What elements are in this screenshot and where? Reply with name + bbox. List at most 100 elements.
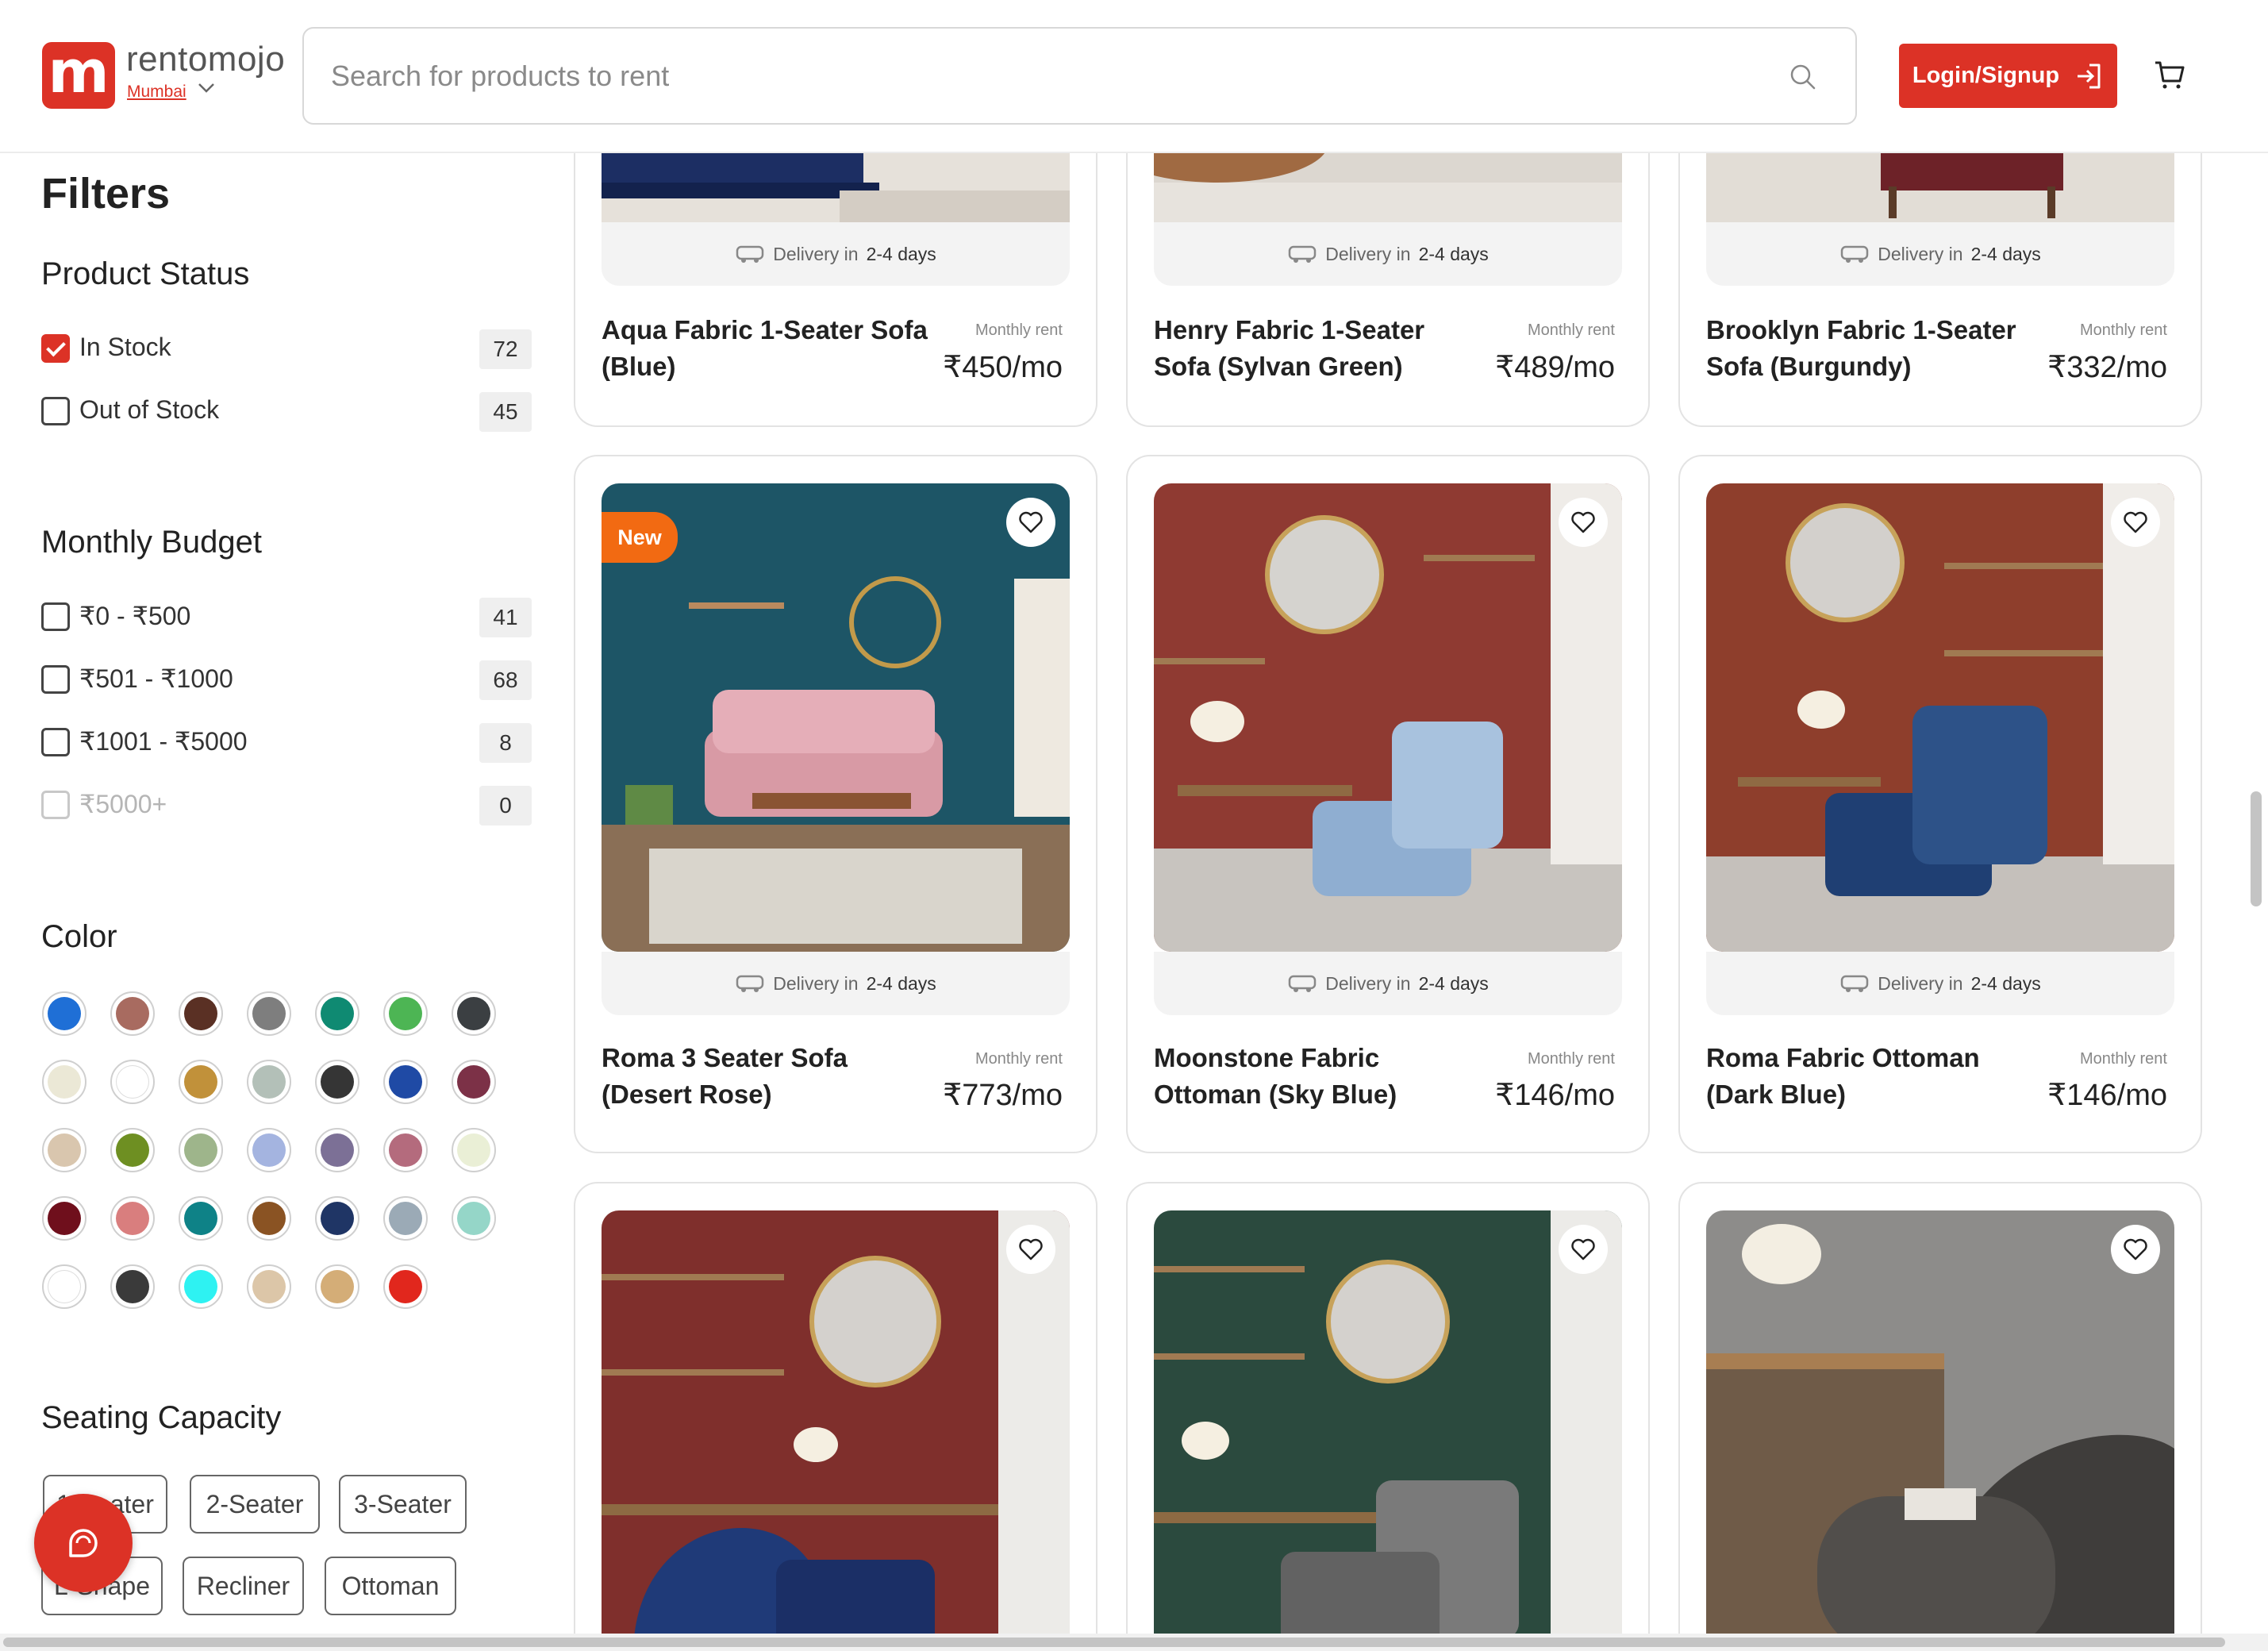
brand-name[interactable]: rentomojo: [126, 40, 285, 79]
wishlist-button[interactable]: [1559, 498, 1608, 547]
product-image[interactable]: [602, 1210, 1070, 1651]
color-swatch[interactable]: [452, 1128, 496, 1172]
color-swatch[interactable]: [110, 991, 155, 1036]
color-swatch[interactable]: [383, 991, 428, 1036]
chip-2-seater[interactable]: 2-Seater: [190, 1475, 320, 1534]
color-swatch[interactable]: [452, 1196, 496, 1241]
brand-logo[interactable]: m: [42, 42, 115, 109]
vertical-scrollbar[interactable]: [2251, 791, 2262, 906]
monthly-rent-label: Monthly rent: [2079, 321, 2167, 339]
product-name[interactable]: Brooklyn Fabric 1-Seater Sofa (Burgundy): [1706, 312, 2039, 385]
delivery-days: 2-4 days: [1418, 972, 1489, 994]
filter-budget-0-500[interactable]: ₹0 - ₹500 41: [41, 598, 532, 637]
product-name[interactable]: Moonstone Fabric Ottoman (Sky Blue): [1154, 1040, 1487, 1113]
color-swatch[interactable]: [110, 1060, 155, 1104]
product-name[interactable]: Aqua Fabric 1-Seater Sofa (Blue): [602, 312, 935, 385]
color-swatch[interactable]: [247, 991, 291, 1036]
search-icon[interactable]: [1789, 63, 1817, 91]
color-swatch[interactable]: [315, 1128, 359, 1172]
color-swatch[interactable]: [42, 1128, 86, 1172]
product-image[interactable]: [1154, 1210, 1622, 1651]
product-card[interactable]: Delivery in 2-4 days Moonstone Fabric Ott…: [1126, 455, 1650, 1153]
product-card[interactable]: Delivery in 2-4 days Roma Fabric Ottoman …: [1678, 455, 2202, 1153]
color-swatch[interactable]: [179, 991, 223, 1036]
product-image[interactable]: New: [602, 483, 1070, 952]
color-swatch[interactable]: [383, 1264, 428, 1309]
color-swatch-fill: [184, 1133, 217, 1167]
chip-recliner[interactable]: Recliner: [183, 1557, 304, 1615]
color-swatch[interactable]: [383, 1196, 428, 1241]
horizontal-scrollbar[interactable]: [3, 1638, 2225, 1647]
color-swatch-fill: [457, 997, 490, 1030]
monthly-budget-title: Monthly Budget: [41, 525, 262, 560]
product-card[interactable]: Delivery in 2-4 days Aqua Fabric 1-Seater…: [574, 119, 1097, 427]
checkbox[interactable]: [41, 665, 70, 694]
color-swatch[interactable]: [42, 991, 86, 1036]
color-swatch-fill: [48, 997, 81, 1030]
color-swatch[interactable]: [247, 1060, 291, 1104]
truck-icon: [1840, 245, 1869, 263]
color-swatch[interactable]: [452, 1060, 496, 1104]
color-swatch[interactable]: [179, 1196, 223, 1241]
product-card[interactable]: [574, 1182, 1097, 1651]
wishlist-button[interactable]: [1559, 1225, 1608, 1274]
color-swatch-fill: [321, 1202, 354, 1235]
wishlist-button[interactable]: [1006, 498, 1055, 547]
color-swatch[interactable]: [383, 1128, 428, 1172]
checkbox[interactable]: [41, 334, 70, 363]
chip-3-seater[interactable]: 3-Seater: [339, 1475, 467, 1534]
cart-icon[interactable]: [2153, 59, 2186, 92]
wishlist-button[interactable]: [1006, 1225, 1055, 1274]
color-swatch[interactable]: [315, 1196, 359, 1241]
truck-icon: [736, 975, 764, 992]
product-card[interactable]: [1678, 1182, 2202, 1651]
filter-budget-1001-5000[interactable]: ₹1001 - ₹5000 8: [41, 723, 532, 763]
new-badge: New: [602, 512, 678, 563]
wishlist-button[interactable]: [2111, 1225, 2160, 1274]
color-swatch-fill: [184, 1270, 217, 1303]
filter-out-of-stock[interactable]: Out of Stock 45: [41, 392, 532, 432]
color-swatch[interactable]: [110, 1196, 155, 1241]
color-swatch[interactable]: [452, 991, 496, 1036]
color-swatch[interactable]: [179, 1128, 223, 1172]
search-input[interactable]: [331, 29, 1759, 123]
color-swatch[interactable]: [315, 1060, 359, 1104]
color-swatch[interactable]: [247, 1264, 291, 1309]
color-swatch[interactable]: [247, 1196, 291, 1241]
product-card[interactable]: Delivery in 2-4 days Brooklyn Fabric 1-Se…: [1678, 119, 2202, 427]
color-swatch[interactable]: [110, 1264, 155, 1309]
wishlist-button[interactable]: [2111, 498, 2160, 547]
product-image[interactable]: [1154, 483, 1622, 952]
product-image[interactable]: [1706, 483, 2174, 952]
color-swatch[interactable]: [315, 1264, 359, 1309]
delivery-prefix: Delivery in: [1878, 972, 1963, 994]
city-selector[interactable]: Mumbai: [127, 83, 186, 102]
chevron-down-icon[interactable]: [196, 79, 217, 95]
product-image[interactable]: [1706, 1210, 2174, 1651]
color-swatch[interactable]: [179, 1264, 223, 1309]
seating-capacity-title: Seating Capacity: [41, 1400, 282, 1435]
delivery-days: 2-4 days: [866, 972, 936, 994]
color-swatch[interactable]: [42, 1060, 86, 1104]
checkbox[interactable]: [41, 728, 70, 756]
product-card[interactable]: [1126, 1182, 1650, 1651]
login-signup-button[interactable]: Login/Signup: [1899, 44, 2117, 108]
product-card[interactable]: New Delivery in 2-4 days Roma 3 Seater So…: [574, 455, 1097, 1153]
color-swatch[interactable]: [179, 1060, 223, 1104]
product-name[interactable]: Henry Fabric 1-Seater Sofa (Sylvan Green…: [1154, 312, 1487, 385]
support-chat-button[interactable]: [34, 1494, 133, 1592]
product-card[interactable]: Delivery in 2-4 days Henry Fabric 1-Seate…: [1126, 119, 1650, 427]
color-swatch[interactable]: [42, 1196, 86, 1241]
checkbox[interactable]: [41, 397, 70, 425]
checkbox[interactable]: [41, 602, 70, 631]
color-swatch[interactable]: [315, 991, 359, 1036]
color-swatch[interactable]: [247, 1128, 291, 1172]
color-swatch[interactable]: [110, 1128, 155, 1172]
product-name[interactable]: Roma Fabric Ottoman (Dark Blue): [1706, 1040, 2039, 1113]
filter-in-stock[interactable]: In Stock 72: [41, 329, 532, 369]
color-swatch[interactable]: [42, 1264, 86, 1309]
color-swatch[interactable]: [383, 1060, 428, 1104]
chip-ottoman[interactable]: Ottoman: [325, 1557, 456, 1615]
product-name[interactable]: Roma 3 Seater Sofa (Desert Rose): [602, 1040, 935, 1113]
filter-budget-501-1000[interactable]: ₹501 - ₹1000 68: [41, 660, 532, 700]
